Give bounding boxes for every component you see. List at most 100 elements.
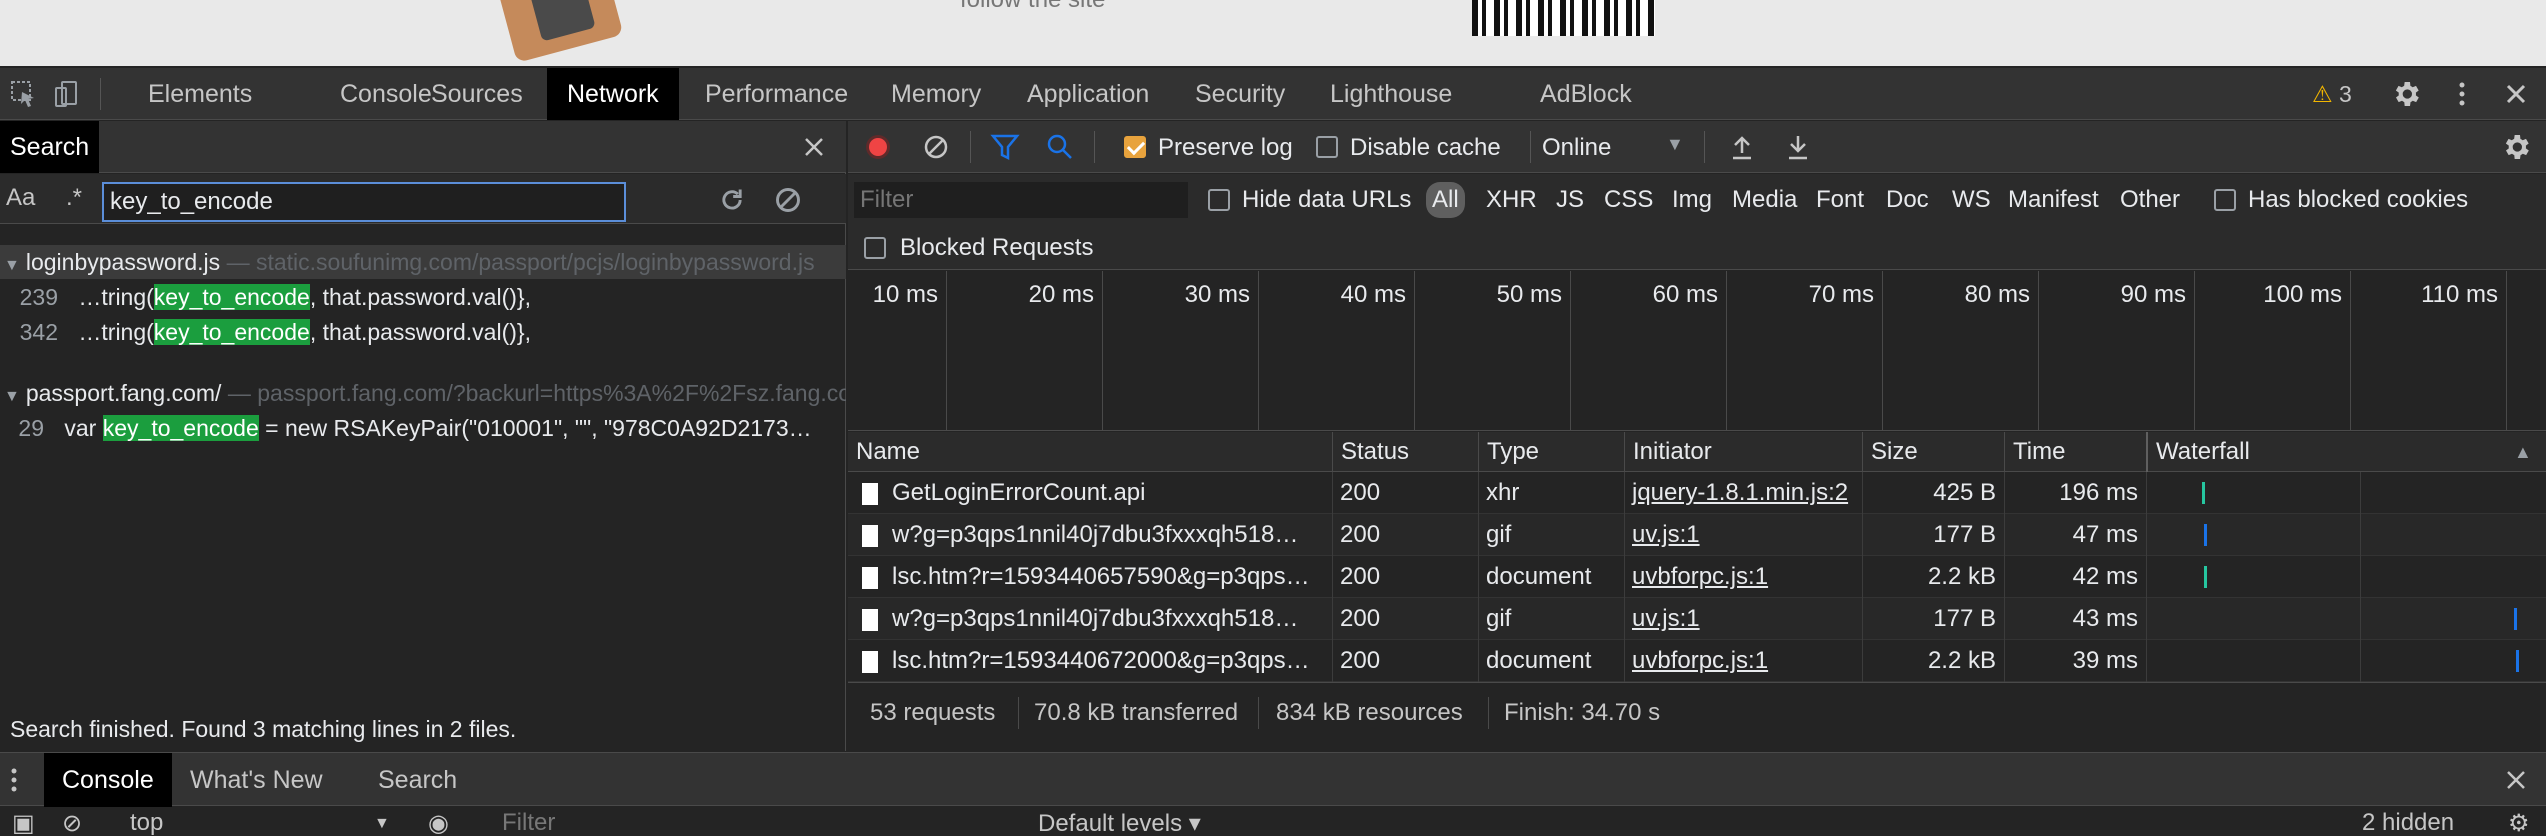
blocked-requests-checkbox[interactable] — [864, 237, 886, 259]
close-drawer-icon[interactable] — [2504, 768, 2528, 792]
tab-lighthouse[interactable]: Lighthouse — [1310, 68, 1472, 120]
request-name: w?g=p3qps1nnil40j7dbu3fxxxqh518… — [892, 605, 1299, 632]
tab-security[interactable]: Security — [1175, 68, 1305, 120]
search-panel-tab[interactable]: Search — [0, 121, 100, 173]
hide-data-urls-checkbox[interactable] — [1208, 189, 1230, 211]
cell-initiator[interactable]: jquery-1.8.1.min.js:2 — [1624, 472, 1862, 514]
timeline-tick-label: 110 ms — [2421, 281, 2498, 308]
drawer-tab-console[interactable]: Console — [44, 753, 172, 807]
tab-application[interactable]: Application — [1007, 68, 1169, 120]
context-select[interactable]: top — [130, 809, 163, 836]
summary-resources: 834 kB resources — [1276, 699, 1463, 726]
tab-adblock[interactable]: AdBlock — [1520, 68, 1652, 120]
cell-status: 200 — [1340, 479, 1381, 506]
import-har-icon[interactable] — [1730, 133, 1754, 161]
drawer-tab-search[interactable]: Search — [360, 753, 475, 807]
export-har-icon[interactable] — [1786, 133, 1810, 161]
search-result-file[interactable]: ▼ passport.fang.com/ — passport.fang.com/… — [0, 376, 846, 410]
type-filter-css[interactable]: CSS — [1604, 182, 1653, 218]
column-divider — [1624, 472, 1625, 682]
clear-log-icon[interactable] — [922, 133, 950, 161]
cell-initiator[interactable]: uv.js:1 — [1624, 598, 1862, 640]
type-filter-media[interactable]: Media — [1732, 182, 1797, 218]
cell-size: 425 B — [1933, 479, 1996, 506]
close-search-icon[interactable] — [802, 135, 826, 159]
sidebar-toggle-icon[interactable]: ▣ — [12, 809, 35, 836]
search-result-line[interactable]: 239 …tring(key_to_encode, that.password.… — [0, 280, 846, 314]
cell-initiator[interactable]: uvbforpc.js:1 — [1624, 640, 1862, 682]
has-blocked-cookies-checkbox[interactable] — [2214, 189, 2236, 211]
table-row[interactable]: lsc.htm?r=1593440657590&g=p3qps… 200 docum… — [848, 556, 2546, 598]
tab-performance[interactable]: Performance — [685, 68, 868, 120]
device-toolbar-icon[interactable] — [52, 80, 80, 108]
warning-counter[interactable]: ⚠ 3 — [2312, 68, 2352, 120]
match-case-toggle[interactable]: Aa — [6, 184, 35, 212]
close-devtools-icon[interactable] — [2502, 80, 2530, 108]
cell-initiator[interactable]: uv.js:1 — [1624, 514, 1862, 556]
timeline-gridline — [2194, 271, 2195, 431]
column-header-size[interactable]: Size — [1862, 432, 2004, 472]
drawer-menu-icon[interactable] — [8, 766, 20, 794]
tab-sources[interactable]: Sources — [411, 68, 543, 120]
search-result-line[interactable]: 29 var key_to_encode = new RSAKeyPair("0… — [0, 411, 846, 445]
console-filter-input[interactable]: Filter — [502, 809, 555, 836]
drawer-tab-whats-new[interactable]: What's New — [172, 753, 341, 807]
more-options-icon[interactable] — [2448, 80, 2476, 108]
search-query-input[interactable] — [102, 182, 626, 222]
column-header-status[interactable]: Status — [1332, 432, 1478, 472]
type-filter-xhr[interactable]: XHR — [1486, 182, 1537, 218]
type-filter-all[interactable]: All — [1426, 182, 1465, 218]
type-filter-ws[interactable]: WS — [1952, 182, 1991, 218]
table-row[interactable]: w?g=p3qps1nnil40j7dbu3fxxxqh518… 200 gif uv… — [848, 598, 2546, 640]
sort-ascending-icon[interactable]: ▲ — [2514, 442, 2532, 463]
settings-gear-icon[interactable] — [2390, 78, 2422, 110]
type-filter-js[interactable]: JS — [1556, 182, 1584, 218]
cell-name: w?g=p3qps1nnil40j7dbu3fxxxqh518… — [848, 598, 1332, 640]
waterfall-gridline — [2360, 472, 2361, 682]
network-filter-input[interactable] — [854, 182, 1188, 218]
waterfall-bar — [2204, 524, 2207, 546]
throttling-select[interactable]: Online — [1542, 134, 1611, 162]
refresh-icon[interactable] — [718, 186, 746, 214]
column-divider — [1862, 472, 1863, 682]
network-settings-icon[interactable] — [2500, 131, 2532, 163]
summary-divider — [1258, 697, 1259, 729]
expand-arrow-icon: ▼ — [4, 388, 20, 405]
type-filter-doc[interactable]: Doc — [1886, 182, 1929, 218]
type-filter-font[interactable]: Font — [1816, 182, 1864, 218]
tab-elements[interactable]: Elements — [128, 68, 272, 120]
network-overview-timeline[interactable]: 10 ms 20 ms 30 ms 40 ms 50 ms 60 ms 70 ms 80 ms… — [848, 271, 2546, 431]
preserve-log-checkbox[interactable] — [1124, 136, 1146, 158]
drawer-tab-bar: Console What's New Search — [0, 752, 2546, 807]
search-result-line[interactable]: 342 …tring(key_to_encode, that.password.… — [0, 315, 846, 349]
table-row[interactable]: GetLoginErrorCount.api 200 xhr jquery-1.8.1… — [848, 472, 2546, 514]
regex-toggle[interactable]: .* — [66, 184, 82, 212]
type-filter-manifest[interactable]: Manifest — [2008, 182, 2099, 218]
toolbar-divider — [970, 131, 971, 163]
column-header-initiator[interactable]: Initiator — [1624, 432, 1862, 472]
search-icon[interactable] — [1046, 133, 1074, 161]
cell-initiator[interactable]: uvbforpc.js:1 — [1624, 556, 1862, 598]
type-filter-img[interactable]: Img — [1672, 182, 1712, 218]
column-header-waterfall[interactable]: Waterfall — [2146, 432, 2546, 472]
column-header-name[interactable]: Name — [848, 432, 1332, 472]
disable-cache-checkbox[interactable] — [1316, 136, 1338, 158]
table-row[interactable]: lsc.htm?r=1593440672000&g=p3qps… 200 docum… — [848, 640, 2546, 682]
search-result-file[interactable]: ▼ loginbypassword.js — static.soufunimg.c… — [0, 245, 846, 279]
console-settings-icon[interactable]: ⚙ — [2508, 809, 2530, 836]
column-header-time[interactable]: Time — [2004, 432, 2146, 472]
live-expression-icon[interactable]: ◉ — [428, 809, 449, 836]
column-header-type[interactable]: Type — [1478, 432, 1624, 472]
record-icon[interactable] — [864, 133, 892, 161]
clear-search-icon[interactable] — [774, 186, 802, 214]
inspect-element-icon[interactable] — [10, 80, 38, 108]
filter-icon[interactable] — [990, 133, 1020, 161]
table-row[interactable]: w?g=p3qps1nnil40j7dbu3fxxxqh518… 200 gif uv… — [848, 514, 2546, 556]
tab-memory[interactable]: Memory — [871, 68, 1001, 120]
context-dropdown-icon[interactable]: ▼ — [374, 815, 390, 833]
type-filter-other[interactable]: Other — [2120, 182, 2180, 218]
throttling-dropdown-icon[interactable]: ▼ — [1666, 134, 1684, 155]
log-levels-select[interactable]: Default levels ▾ — [1038, 809, 1201, 836]
clear-console-icon[interactable]: ⊘ — [62, 809, 82, 836]
tab-network[interactable]: Network — [547, 68, 679, 120]
